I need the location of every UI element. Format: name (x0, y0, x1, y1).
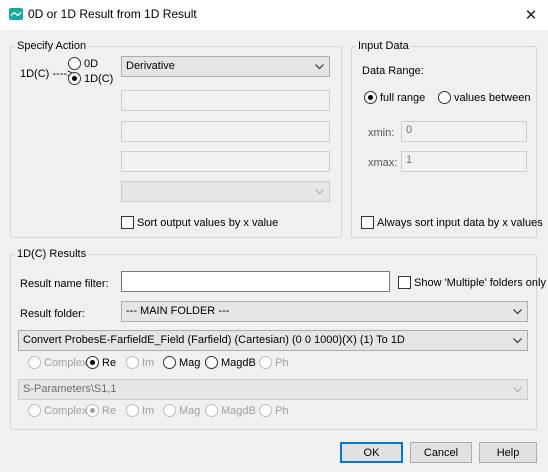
action-field-3[interactable] (121, 151, 330, 172)
result1-radio-complex[interactable]: Complex (28, 356, 87, 369)
result-app-icon (9, 8, 23, 20)
result2-radio-ph[interactable]: Ph (259, 404, 288, 417)
show-multiple-label: Show 'Multiple' folders only (414, 276, 546, 289)
result2-radio-magdb-circle (205, 404, 218, 417)
input-data-legend: Input Data (358, 40, 409, 52)
close-button[interactable]: ✕ (514, 0, 548, 30)
radio-full-range-label: full range (380, 91, 426, 104)
ok-button[interactable]: OK (340, 442, 403, 463)
radio-values-between[interactable]: values between (438, 91, 530, 104)
result1-radio-ph-label: Ph (275, 356, 289, 369)
result1-radio-mag[interactable]: Mag (163, 356, 200, 369)
chevron-down-icon (513, 387, 522, 393)
result1-radio-ph[interactable]: Ph (259, 356, 288, 369)
radio-0d[interactable]: 0D (68, 57, 98, 70)
result1-radio-re-label: Re (102, 356, 117, 369)
result2-radio-mag[interactable]: Mag (163, 404, 200, 417)
operation-value: Derivative (126, 60, 175, 72)
close-icon: ✕ (524, 7, 538, 24)
radio-0d-label: 0D (84, 57, 99, 70)
result2-select[interactable]: S-Parameters\S1,1 (18, 379, 528, 400)
result1-radio-complex-circle (28, 356, 41, 369)
show-multiple-checkbox[interactable]: Show 'Multiple' folders only (398, 276, 546, 289)
result1-radio-complex-label: Complex (44, 356, 88, 369)
xmin-label: xmin: (368, 127, 395, 139)
action-field-1[interactable] (121, 90, 330, 111)
source-label: 1D(C) ----> (20, 68, 74, 80)
result1-radio-im-label: Im (142, 356, 155, 369)
chevron-down-icon (315, 64, 324, 70)
result2-radio-complex[interactable]: Complex (28, 404, 87, 417)
result2-radio-im-circle (126, 404, 139, 417)
radio-0d-circle (68, 57, 81, 70)
result1-radio-re[interactable]: Re (86, 356, 116, 369)
radio-values-between-label: values between (454, 91, 531, 104)
radio-1dc[interactable]: 1D(C) (68, 72, 113, 85)
radio-full-range[interactable]: full range (364, 91, 425, 104)
result2-radio-magdb[interactable]: MagdB (205, 404, 256, 417)
operation-select[interactable]: Derivative (121, 56, 330, 77)
result2-radio-complex-circle (28, 404, 41, 417)
xmax-input[interactable]: 1 (401, 151, 527, 172)
result1-radio-im[interactable]: Im (126, 356, 154, 369)
chevron-down-icon (513, 309, 522, 315)
radio-values-between-circle (438, 91, 451, 104)
window-title: 0D or 1D Result from 1D Result (28, 7, 197, 21)
action-field-2[interactable] (121, 121, 330, 142)
chevron-down-icon (513, 338, 522, 344)
show-multiple-box (398, 276, 411, 289)
folder-label: Result folder: (20, 308, 85, 320)
help-button[interactable]: Help (479, 442, 537, 463)
result1-radio-magdb-circle (205, 356, 218, 369)
always-sort-box (361, 216, 374, 229)
results-legend: 1D(C) Results (17, 248, 87, 260)
always-sort-label: Always sort input data by x values (377, 216, 543, 229)
sort-output-label: Sort output values by x value (137, 216, 279, 229)
sort-output-checkbox[interactable]: Sort output values by x value (121, 216, 278, 229)
xmax-label: xmax: (368, 157, 398, 169)
result1-radio-mag-label: Mag (179, 356, 201, 369)
result1-radio-magdb[interactable]: MagdB (205, 356, 256, 369)
xmin-input[interactable]: 0 (401, 121, 527, 142)
data-range-label: Data Range: (362, 65, 424, 77)
result1-radio-magdb-label: MagdB (221, 356, 256, 369)
filter-label: Result name filter: (20, 278, 109, 290)
result-folder-select[interactable]: --- MAIN FOLDER --- (121, 301, 528, 322)
radio-full-range-circle (364, 91, 377, 104)
action-dropdown-2[interactable] (121, 181, 330, 202)
result1-radio-re-circle (86, 356, 99, 369)
specify-action-legend: Specify Action (17, 40, 87, 52)
result1-radio-ph-circle (259, 356, 272, 369)
result2-value: S-Parameters\S1,1 (23, 383, 117, 395)
result2-radio-magdb-label: MagdB (221, 404, 256, 417)
title-bar: 0D or 1D Result from 1D Result ✕ (0, 0, 548, 30)
chevron-down-icon (315, 189, 324, 195)
result2-radio-ph-label: Ph (275, 404, 289, 417)
result2-radio-re-circle (86, 404, 99, 417)
result-filter-input[interactable] (121, 271, 390, 292)
result2-radio-mag-circle (163, 404, 176, 417)
result1-radio-mag-circle (163, 356, 176, 369)
result2-radio-im[interactable]: Im (126, 404, 154, 417)
result1-radio-im-circle (126, 356, 139, 369)
result2-radio-ph-circle (259, 404, 272, 417)
result2-radio-re-label: Re (102, 404, 117, 417)
result-folder-value: --- MAIN FOLDER --- (126, 305, 230, 317)
always-sort-checkbox[interactable]: Always sort input data by x values (361, 216, 543, 229)
result2-radio-complex-label: Complex (44, 404, 88, 417)
result2-radio-im-label: Im (142, 404, 155, 417)
result2-radio-mag-label: Mag (179, 404, 201, 417)
result1-select[interactable]: Convert ProbesE-FarfieldE_Field (Farfiel… (18, 330, 528, 351)
result2-radio-re[interactable]: Re (86, 404, 116, 417)
cancel-button[interactable]: Cancel (410, 442, 472, 463)
sort-output-box (121, 216, 134, 229)
result1-value: Convert ProbesE-FarfieldE_Field (Farfiel… (23, 334, 405, 346)
radio-1dc-label: 1D(C) (84, 72, 114, 85)
radio-1dc-circle (68, 72, 81, 85)
